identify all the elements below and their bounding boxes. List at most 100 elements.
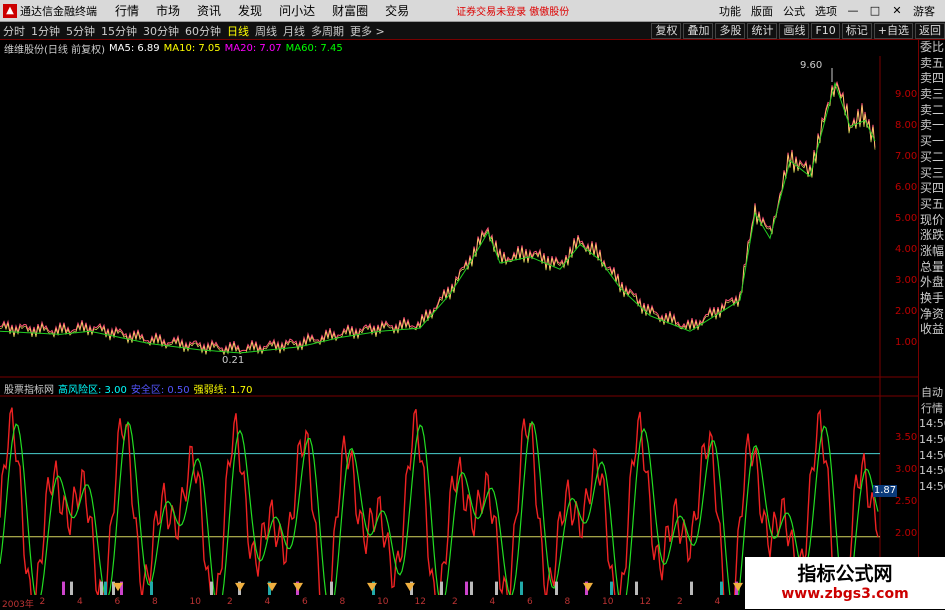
mark-button[interactable]: 标记 — [841, 22, 872, 39]
strength-line-label: 强弱线: 1.70 — [193, 384, 253, 396]
date-tick-label: 2 — [227, 597, 233, 607]
date-tick-label: 8 — [339, 597, 346, 607]
menu-function[interactable]: 功能 — [719, 3, 741, 19]
multi-stock-button[interactable]: 多股 — [715, 22, 746, 39]
indicator-tick-label: 2.50 — [895, 495, 918, 507]
period-5min[interactable]: 5分钟 — [66, 23, 95, 39]
menu-wealth[interactable]: 财富圈 — [332, 2, 368, 19]
date-tick-label: 4 — [264, 597, 271, 607]
sidebar-item[interactable]: 卖四 — [919, 71, 945, 87]
menu-formula[interactable]: 公式 — [783, 3, 805, 19]
buy-signal-icon — [235, 582, 245, 592]
date-tick-label: 4 — [489, 597, 496, 607]
signal-bar — [150, 581, 153, 595]
sidebar-item[interactable]: 收益 — [919, 322, 945, 338]
menu-market[interactable]: 市场 — [156, 2, 180, 19]
sidebar-item[interactable]: 买五 — [919, 197, 945, 213]
sidebar-sub-item[interactable]: 14:50 — [919, 432, 945, 448]
period-30min[interactable]: 30分钟 — [143, 23, 179, 39]
signal-bar — [635, 581, 638, 595]
menu-quotes[interactable]: 行情 — [115, 2, 139, 19]
menu-ask[interactable]: 问小达 — [279, 2, 315, 19]
period-60min[interactable]: 60分钟 — [185, 23, 221, 39]
sidebar-item[interactable]: 现价 — [919, 213, 945, 229]
signal-bar — [610, 581, 613, 595]
menu-discover[interactable]: 发现 — [238, 2, 262, 19]
sidebar-item[interactable]: 卖五 — [919, 56, 945, 72]
sidebar-item[interactable]: 买二 — [919, 150, 945, 166]
price-tick-label: 2.00 — [895, 305, 918, 317]
sidebar-item[interactable]: 买一 — [919, 134, 945, 150]
sidebar-item[interactable]: 卖二 — [919, 103, 945, 119]
restore-rights-button[interactable]: 复权 — [651, 22, 682, 39]
period-monthly[interactable]: 月线 — [283, 23, 305, 39]
period-15min[interactable]: 15分钟 — [101, 23, 137, 39]
overlay-button[interactable]: 叠加 — [683, 22, 714, 39]
chart-area[interactable] — [0, 40, 919, 595]
minimize-icon[interactable]: — — [847, 4, 859, 17]
menu-trade[interactable]: 交易 — [385, 2, 409, 19]
statistics-button[interactable]: 统计 — [747, 22, 778, 39]
menu-options[interactable]: 选项 — [815, 3, 837, 19]
add-watchlist-button[interactable]: +自选 — [873, 22, 913, 39]
period-more[interactable]: 更多 > — [350, 23, 385, 39]
menu-layout[interactable]: 版面 — [751, 3, 773, 19]
date-tick-label: 6 — [527, 597, 533, 607]
signal-bar — [440, 581, 443, 595]
high-price-label: 9.60 — [800, 60, 823, 71]
period-toolbar: 分时 1分钟 5分钟 15分钟 30分钟 60分钟 日线 周线 月线 多周期 更… — [0, 22, 945, 40]
indicator-tick-label: 3.00 — [895, 463, 918, 475]
sidebar-sub-item[interactable]: 14:50 — [919, 463, 945, 479]
sidebar-sub-item[interactable]: 自动 — [919, 385, 945, 401]
signal-bar — [720, 581, 723, 595]
close-icon[interactable]: ✕ — [891, 4, 903, 17]
draw-line-button[interactable]: 画线 — [779, 22, 810, 39]
signal-bar — [495, 581, 498, 595]
f10-button[interactable]: F10 — [811, 22, 840, 39]
sidebar-item[interactable]: 换手 — [919, 291, 945, 307]
sidebar-sub-item[interactable]: 行情 — [919, 401, 945, 417]
date-tick-label: 2 — [39, 597, 46, 607]
date-tick-label: 12 — [414, 597, 426, 607]
sidebar-item[interactable]: 卖三 — [919, 87, 945, 103]
period-1min[interactable]: 1分钟 — [31, 23, 60, 39]
sidebar-sub-item[interactable]: 14:50 — [919, 479, 945, 495]
signal-bar — [210, 581, 213, 595]
date-tick-label: 4 — [714, 597, 721, 607]
sidebar-item[interactable]: 买四 — [919, 181, 945, 197]
period-weekly[interactable]: 周线 — [255, 23, 277, 39]
ma10-line — [0, 83, 876, 356]
sidebar-item[interactable]: 委比 — [919, 40, 945, 56]
menu-news[interactable]: 资讯 — [197, 2, 221, 19]
ma60-line — [0, 81, 876, 354]
app-title: 通达信金融终端 — [20, 4, 97, 18]
watermark-url: www.zbgs3.com — [781, 586, 909, 602]
sidebar-sub-item[interactable]: 14:50 — [919, 416, 945, 432]
sidebar-item[interactable]: 涨跌 — [919, 228, 945, 244]
period-multi[interactable]: 多周期 — [311, 23, 344, 39]
indicator-name[interactable]: 股票指标网 — [4, 381, 54, 396]
signal-bar — [465, 581, 468, 595]
login-warning[interactable]: 证券交易未登录 傲傲股份 — [456, 3, 569, 18]
signal-bar — [330, 581, 333, 595]
signal-bar — [555, 581, 558, 595]
user-label[interactable]: 游客 — [913, 3, 935, 19]
price-tick-label: 7.00 — [895, 150, 918, 162]
risk-zone-label: 高风险区: 3.00 — [58, 384, 127, 396]
period-intraday[interactable]: 分时 — [3, 23, 25, 39]
sidebar-item[interactable]: 卖一 — [919, 118, 945, 134]
signal-bar — [104, 581, 107, 595]
sidebar-item[interactable]: 总量 — [919, 260, 945, 276]
sidebar-item[interactable]: 净资 — [919, 307, 945, 323]
menu-bar: ▲ 通达信金融终端 行情 市场 资讯 发现 问小达 财富圈 交易 证券交易未登录… — [0, 0, 945, 22]
safe-zone-label: 安全区: 0.50 — [130, 384, 190, 396]
sidebar-sub-item[interactable]: 14:50 — [919, 448, 945, 464]
maximize-icon[interactable]: □ — [869, 4, 881, 17]
sidebar-item[interactable]: 涨幅 — [919, 244, 945, 260]
back-button[interactable]: 返回 — [915, 22, 945, 39]
sidebar-item[interactable]: 外盘 — [919, 275, 945, 291]
signal-bar — [70, 581, 73, 595]
period-daily[interactable]: 日线 — [227, 23, 249, 39]
candlestick-series — [0, 80, 876, 355]
sidebar-item[interactable]: 买三 — [919, 166, 945, 182]
